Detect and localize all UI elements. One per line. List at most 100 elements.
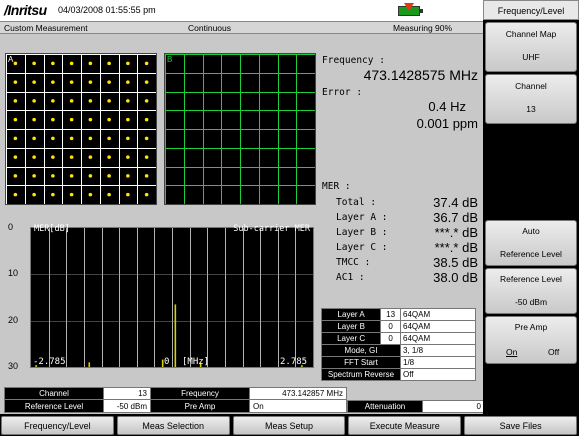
channel-info-label: Channel xyxy=(4,387,104,400)
info-bar: Channel 13 Frequency 473.142857 MHz Refe… xyxy=(4,387,504,413)
measuring-status: Measuring 90% xyxy=(393,23,453,33)
constellation-point xyxy=(88,155,93,159)
status-bar: Custom Measurement Continuous Measuring … xyxy=(0,22,483,34)
mode-gi-label: Mode, GI xyxy=(321,344,401,357)
constellation-point xyxy=(32,136,36,141)
mer-row-label: Layer A : xyxy=(336,212,388,223)
layer-name: Layer B xyxy=(320,320,382,333)
constellation-point xyxy=(13,61,18,66)
constellation-point xyxy=(32,61,36,66)
sub-carrier-mer-chart: MER[dB] Sub-carrier MER xyxy=(30,224,314,368)
constellation-point xyxy=(13,136,18,141)
layer-modulation: 64QAM xyxy=(400,320,476,333)
mer-row-label: Total : xyxy=(336,197,377,208)
error-hz-value: 0.4 Hz xyxy=(428,99,466,114)
pre-amp-button[interactable]: Pre Amp On Off xyxy=(485,316,577,364)
bottom-menu-button[interactable]: Save Files xyxy=(464,416,577,435)
auto-reference-level-button[interactable]: Auto Reference Level xyxy=(485,220,577,266)
x-tick-label: -2.785 xyxy=(33,357,66,367)
constellation-point xyxy=(51,117,55,122)
chart-title: Sub-carrier MER xyxy=(233,224,310,234)
preamp-info-value: On xyxy=(249,399,347,413)
title-bar: /Inritsu 04/03/2008 01:55:55 pm xyxy=(0,0,483,22)
frequency-label: Frequency : xyxy=(322,55,385,66)
constellation-point xyxy=(88,61,93,66)
pre-amp-on-option[interactable]: On xyxy=(506,347,517,357)
mer-label: MER : xyxy=(322,181,351,192)
layer-segments: 0 xyxy=(380,320,401,333)
mer-row-value: ***.* dB xyxy=(434,225,478,240)
bottom-menu-button[interactable]: Meas Setup xyxy=(232,416,346,435)
constellation-point xyxy=(69,80,74,84)
mode-gi-row: Mode, GI 3, 1/8 xyxy=(321,344,476,357)
mer-row-value: 38.5 dB xyxy=(433,255,478,270)
channel-value: 13 xyxy=(526,104,536,114)
pre-amp-off-option[interactable]: Off xyxy=(548,347,559,357)
constellation-point xyxy=(88,117,93,122)
layer-segments: 0 xyxy=(380,332,401,345)
y-tick-label: 20 xyxy=(8,314,19,325)
constellation-point xyxy=(32,99,36,103)
mer-row-label: TMCC : xyxy=(336,257,371,268)
mer-row-label: AC1 : xyxy=(336,272,365,283)
constellation-point xyxy=(51,80,55,84)
constellation-point xyxy=(69,136,74,141)
constellation-point xyxy=(107,155,111,159)
bottom-menu-button[interactable]: Execute Measure xyxy=(348,416,462,435)
bottom-menu-button[interactable]: Frequency/Level xyxy=(1,416,114,435)
constellation-point xyxy=(107,80,111,84)
constellation-b-plot xyxy=(165,54,315,204)
x-tick-label: 0 xyxy=(164,357,170,367)
sweep-mode: Continuous xyxy=(188,23,232,33)
mer-bar xyxy=(174,304,177,367)
constellation-point xyxy=(51,136,55,141)
constellation-point xyxy=(144,61,149,66)
mer-row-label: Layer B : xyxy=(336,227,388,238)
reference-level-button[interactable]: Reference Level -50 dBm xyxy=(485,268,577,314)
pre-amp-label: Pre Amp xyxy=(514,322,548,332)
constellation-point xyxy=(126,192,130,197)
spectrum-label: Spectrum Reverse xyxy=(321,368,401,381)
constellation-point xyxy=(126,155,130,159)
constellation-point xyxy=(88,99,93,103)
reference-level-label: Reference Level xyxy=(500,274,562,284)
constellation-point xyxy=(69,117,74,122)
x-tick-label: 2.785 xyxy=(280,357,308,367)
mer-row-label: Layer C : xyxy=(336,242,388,253)
constellation-point xyxy=(13,192,18,197)
constellation-point xyxy=(69,192,74,197)
constellation-point xyxy=(107,117,111,122)
constellation-point xyxy=(126,174,130,178)
constellation-point xyxy=(126,117,130,122)
constellation-point xyxy=(32,80,36,84)
constellation-point xyxy=(144,99,149,103)
channel-map-button[interactable]: Channel Map UHF xyxy=(485,22,577,72)
constellation-point xyxy=(13,117,18,122)
constellation-point xyxy=(144,117,149,122)
constellation-point xyxy=(88,174,93,178)
constellation-point xyxy=(88,192,93,197)
constellation-a: A xyxy=(5,53,157,205)
constellation-point xyxy=(13,99,18,103)
channel-button[interactable]: Channel 13 xyxy=(485,74,577,124)
constellation-point xyxy=(13,174,18,178)
frequency-value: 473.1428575 MHz xyxy=(363,67,478,83)
reference-level-value: -50 dBm xyxy=(514,297,548,307)
constellation-point xyxy=(51,99,55,103)
layer-table: Layer A 13 64QAM Layer B 0 64QAM Layer C 0 64QAM… xyxy=(320,308,476,381)
layer-name: Layer C xyxy=(320,332,382,345)
battery-tip xyxy=(420,9,423,13)
spectrum-row: Spectrum Reverse Off xyxy=(321,368,476,381)
channel-label: Channel xyxy=(515,81,547,91)
constellation-point xyxy=(144,80,149,84)
constellation-point xyxy=(144,155,149,159)
constellation-point xyxy=(126,61,130,66)
constellation-point xyxy=(107,192,111,197)
error-label: Error : xyxy=(322,87,363,98)
constellation-point xyxy=(32,155,36,159)
auto-ref-line1: Auto xyxy=(522,226,540,236)
channel-map-value: UHF xyxy=(522,52,540,62)
bottom-menu-button[interactable]: Meas Selection xyxy=(116,416,230,435)
mode-gi-value: 3, 1/8 xyxy=(400,344,476,357)
layer-row: Layer B 0 64QAM xyxy=(320,320,476,333)
